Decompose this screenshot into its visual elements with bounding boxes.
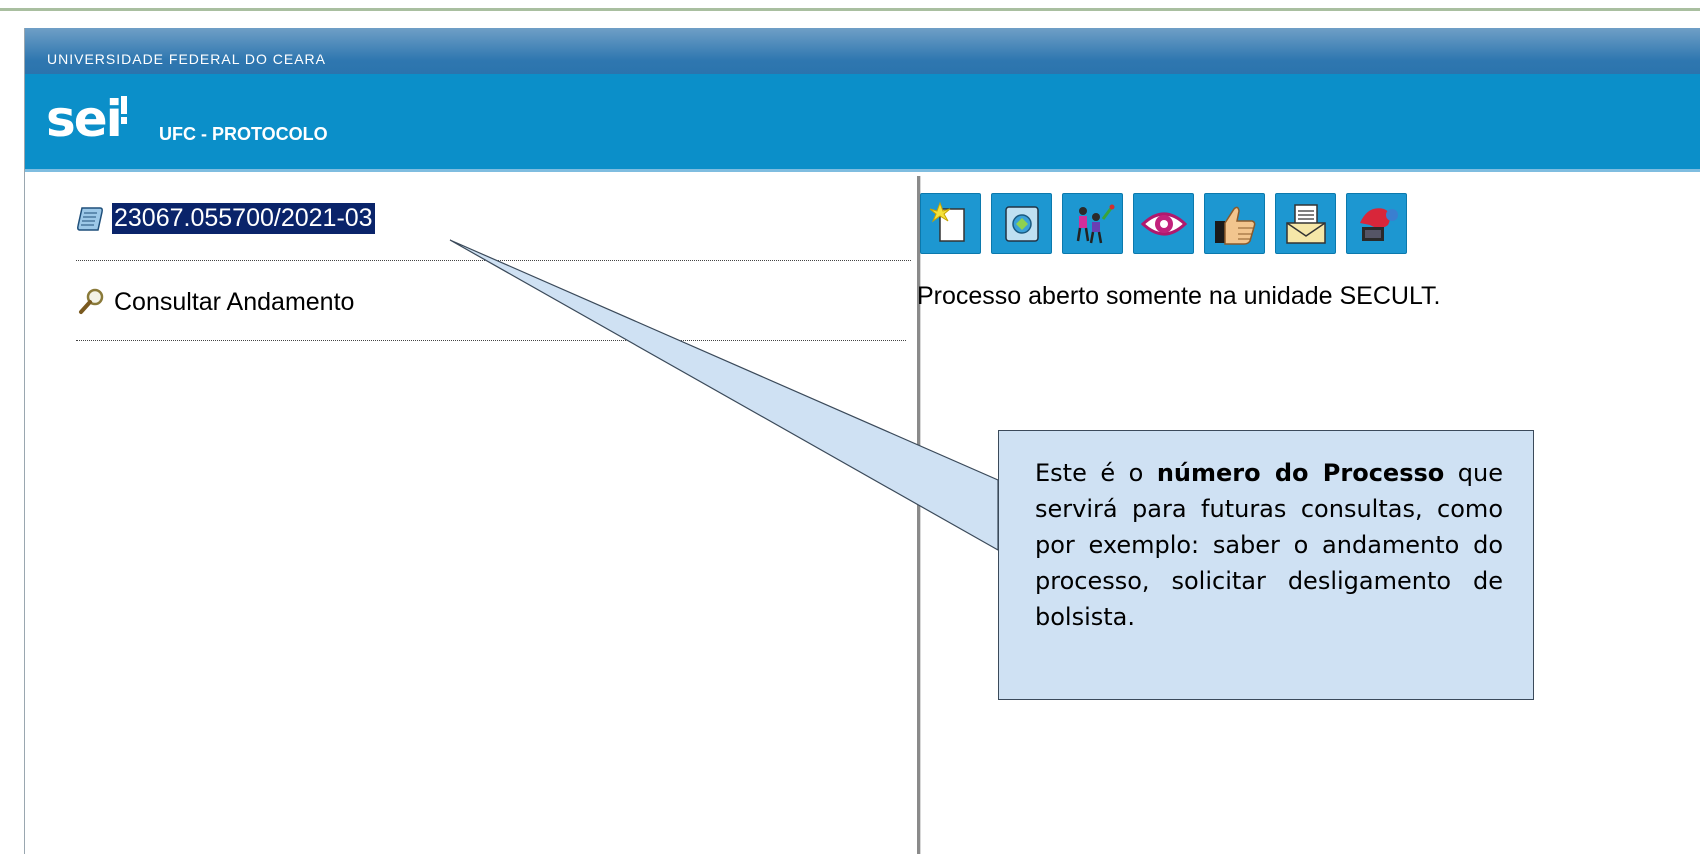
logo-text: sei	[46, 90, 123, 148]
send-icon	[1359, 207, 1398, 241]
process-toolbar	[920, 193, 1407, 254]
callout-prefix: Este é o	[1035, 459, 1157, 487]
process-status-text: Processo aberto somente na unidade SECUL…	[917, 282, 1441, 310]
callout-text: Este é o número do Processo que servirá …	[1035, 455, 1503, 635]
people-icon	[1076, 204, 1114, 243]
process-tree-panel: 23067.055700/2021-03 Consultar Andamento	[25, 169, 915, 854]
toolbar-button-view[interactable]	[1133, 193, 1194, 254]
process-number-callout: Este é o número do Processo que servirá …	[998, 430, 1534, 700]
toolbar-button-start-process[interactable]	[991, 193, 1052, 254]
panel-divider[interactable]	[917, 176, 921, 854]
toolbar-button-people[interactable]	[1062, 193, 1123, 254]
new-document-icon	[929, 201, 965, 242]
app-header: sei UFC - PROTOCOLO	[25, 74, 1700, 172]
callout-highlight: número do Processo	[1156, 459, 1445, 487]
toolbar-button-send[interactable]	[1346, 193, 1407, 254]
tree-separator	[76, 260, 911, 261]
toolbar-button-send-email[interactable]	[1275, 193, 1336, 254]
consult-progress-link[interactable]: Consultar Andamento	[76, 287, 354, 317]
thumbs-up-icon	[1214, 206, 1255, 245]
process-number-link[interactable]: 23067.055700/2021-03	[112, 203, 375, 234]
tree-separator	[76, 340, 906, 341]
start-process-icon	[1004, 205, 1039, 242]
institution-name: UNIVERSIDADE FEDERAL DO CEARA	[47, 51, 326, 67]
toolbar-button-approve[interactable]	[1204, 193, 1265, 254]
institution-bar: UNIVERSIDADE FEDERAL DO CEARA	[25, 28, 1700, 74]
unit-label[interactable]: UFC - PROTOCOLO	[159, 124, 328, 145]
magnifier-icon	[79, 288, 104, 314]
toolbar-button-new-document[interactable]	[920, 193, 981, 254]
process-document-icon	[77, 206, 103, 231]
consult-progress-label: Consultar Andamento	[114, 287, 355, 316]
top-border	[0, 8, 1700, 11]
eye-icon	[1140, 212, 1187, 235]
email-document-icon	[1285, 203, 1326, 244]
process-tree-item[interactable]: 23067.055700/2021-03	[76, 203, 375, 234]
sei-logo[interactable]: sei	[46, 94, 127, 144]
